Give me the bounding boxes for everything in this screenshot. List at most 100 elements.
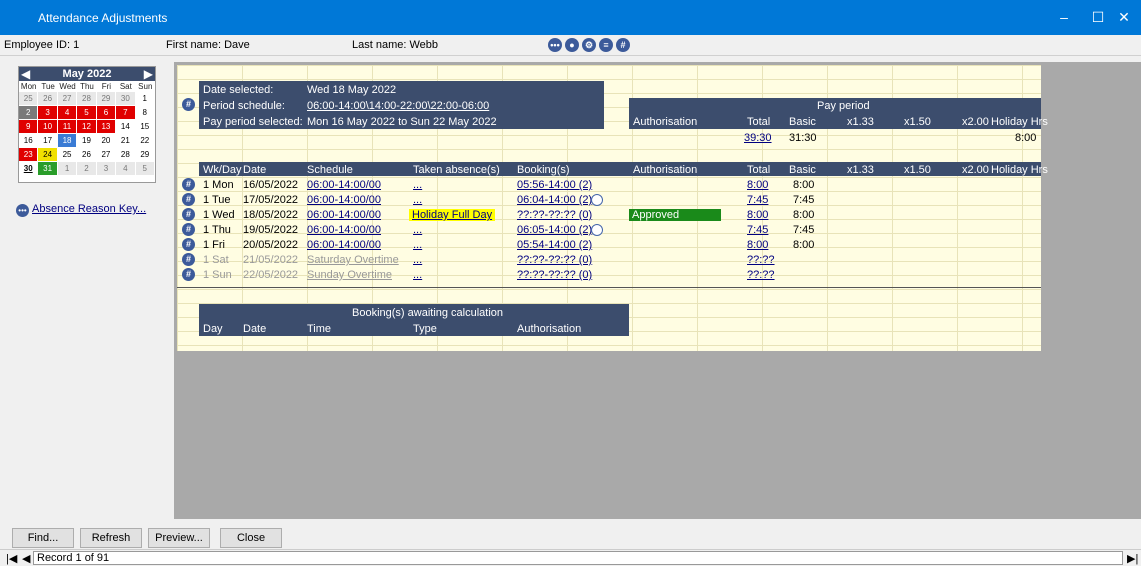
row-absence-link[interactable]: Holiday Full Day xyxy=(409,209,496,221)
row-booking-link[interactable]: ??:??-??:?? (0) xyxy=(517,254,592,266)
close-button[interactable]: Close xyxy=(220,528,282,548)
row-schedule-link[interactable]: 06:00-14:00/00 xyxy=(307,224,381,236)
calendar-day[interactable]: 16 xyxy=(19,134,39,148)
calendar-day[interactable]: 11 xyxy=(57,120,78,134)
row-hash-icon[interactable]: # xyxy=(182,208,195,221)
preview-button[interactable]: Preview... xyxy=(148,528,210,548)
calendar-day[interactable]: 6 xyxy=(96,106,117,120)
hash-icon[interactable]: # xyxy=(616,38,630,52)
row-schedule-link[interactable]: Sunday Overtime xyxy=(307,269,392,281)
calendar-day[interactable]: 25 xyxy=(19,92,39,106)
row-total-link[interactable]: ??:?? xyxy=(747,269,775,281)
row-absence-link[interactable]: ... xyxy=(413,194,422,206)
row-hash-icon[interactable]: # xyxy=(182,268,195,281)
find-button[interactable]: Find... xyxy=(12,528,74,548)
calendar-day[interactable]: 26 xyxy=(77,148,97,162)
row-total-link[interactable]: 7:45 xyxy=(747,224,768,236)
calendar-day[interactable]: 30 xyxy=(19,162,39,176)
settings-icon[interactable]: ⚙ xyxy=(582,38,596,52)
calendar-day[interactable]: 31 xyxy=(38,162,58,176)
row-booking-link[interactable]: ??:??-??:?? (0) xyxy=(517,209,592,221)
row-hash-icon[interactable]: # xyxy=(182,178,195,191)
calendar-day[interactable]: 9 xyxy=(19,120,39,134)
calendar-day[interactable]: 13 xyxy=(96,120,117,134)
calendar-day[interactable]: 17 xyxy=(38,134,58,148)
calendar-day[interactable]: 1 xyxy=(135,92,155,106)
calendar[interactable]: ◀ May 2022 ▶ Mon Tue Wed Thu Fri Sat Sun 25 26 2… xyxy=(18,66,156,183)
row-schedule-link[interactable]: Saturday Overtime xyxy=(307,254,399,266)
row-total-link[interactable]: 8:00 xyxy=(747,239,768,251)
row-hash-icon[interactable]: # xyxy=(182,223,195,236)
clock-icon[interactable] xyxy=(591,224,603,236)
row-booking-link[interactable]: 06:05-14:00 (2) xyxy=(517,224,592,236)
row-schedule-link[interactable]: 06:00-14:00/00 xyxy=(307,239,381,251)
row-absence-link[interactable]: ... xyxy=(413,179,422,191)
calendar-day[interactable]: 29 xyxy=(135,148,155,162)
row-schedule-link[interactable]: 06:00-14:00/00 xyxy=(307,194,381,206)
calendar-day[interactable]: 25 xyxy=(57,148,78,162)
calendar-day[interactable]: 26 xyxy=(38,92,58,106)
row-schedule-link[interactable]: 06:00-14:00/00 xyxy=(307,179,381,191)
list-icon[interactable]: ≡ xyxy=(599,38,613,52)
row-absence-link[interactable]: ... xyxy=(413,269,422,281)
row-total-link[interactable]: 7:45 xyxy=(747,194,768,206)
row-hash-icon[interactable]: # xyxy=(182,238,195,251)
period-schedule-link[interactable]: 06:00-14:00\14:00-22:00\22:00-06:00 xyxy=(307,100,489,112)
calendar-day[interactable]: 14 xyxy=(116,120,136,134)
calendar-day[interactable]: 18 xyxy=(57,134,78,148)
calendar-day[interactable]: 2 xyxy=(19,106,39,120)
pay-total-link[interactable]: 39:30 xyxy=(744,132,772,144)
absence-reason-key-link[interactable]: Absence Reason Key... xyxy=(32,203,146,215)
period-hash-icon[interactable]: # xyxy=(182,98,195,111)
calendar-day[interactable]: 20 xyxy=(96,134,117,148)
row-total-link[interactable]: ??:?? xyxy=(747,254,775,266)
prev-record-icon[interactable]: ◀ xyxy=(22,552,30,565)
refresh-button[interactable]: Refresh xyxy=(80,528,142,548)
close-window-button[interactable]: ✕ xyxy=(1107,0,1141,35)
calendar-day[interactable]: 23 xyxy=(19,148,39,162)
calendar-day[interactable]: 10 xyxy=(38,120,58,134)
calendar-day[interactable]: 15 xyxy=(135,120,155,134)
minimize-button[interactable]: – xyxy=(1047,0,1081,35)
calendar-day[interactable]: 12 xyxy=(77,120,97,134)
calendar-day[interactable]: 28 xyxy=(116,148,136,162)
row-booking-link[interactable]: 06:04-14:00 (2) xyxy=(517,194,592,206)
user-icon[interactable]: ● xyxy=(565,38,579,52)
calendar-day[interactable]: 27 xyxy=(57,92,78,106)
calendar-day[interactable]: 2 xyxy=(77,162,97,176)
next-month-icon[interactable]: ▶ xyxy=(144,67,153,81)
row-absence-link[interactable]: ... xyxy=(413,224,422,236)
row-absence-link[interactable]: ... xyxy=(413,239,422,251)
row-schedule-link[interactable]: 06:00-14:00/00 xyxy=(307,209,381,221)
calendar-day[interactable]: 24 xyxy=(38,148,58,162)
calendar-grid[interactable]: 25 26 27 28 29 30 1 2 3 4 5 6 7 8 9 10 11 12 13 14 15 16 17 18 1… xyxy=(19,92,155,176)
first-record-icon[interactable]: |◀ xyxy=(6,552,17,565)
calendar-day[interactable]: 5 xyxy=(135,162,155,176)
row-booking-link[interactable]: 05:56-14:00 (2) xyxy=(517,179,592,191)
row-total-link[interactable]: 8:00 xyxy=(747,179,768,191)
row-hash-icon[interactable]: # xyxy=(182,193,195,206)
scroll-right-icon[interactable]: ▶| xyxy=(1127,552,1138,565)
clock-icon[interactable] xyxy=(591,194,603,206)
calendar-day[interactable]: 29 xyxy=(96,92,117,106)
calendar-day[interactable]: 4 xyxy=(116,162,136,176)
calendar-day[interactable]: 3 xyxy=(38,106,58,120)
calendar-day[interactable]: 1 xyxy=(57,162,78,176)
row-hash-icon[interactable]: # xyxy=(182,253,195,266)
row-absence-link[interactable]: ... xyxy=(413,254,422,266)
calendar-day[interactable]: 22 xyxy=(135,134,155,148)
calendar-day[interactable]: 28 xyxy=(77,92,97,106)
more-icon[interactable]: ••• xyxy=(548,38,562,52)
calendar-day[interactable]: 21 xyxy=(116,134,136,148)
calendar-day[interactable]: 8 xyxy=(135,106,155,120)
row-total-link[interactable]: 8:00 xyxy=(747,209,768,221)
calendar-day[interactable]: 7 xyxy=(116,106,136,120)
calendar-day[interactable]: 3 xyxy=(96,162,117,176)
calendar-day[interactable]: 4 xyxy=(57,106,78,120)
calendar-day[interactable]: 27 xyxy=(96,148,117,162)
calendar-day[interactable]: 30 xyxy=(116,92,136,106)
row-booking-link[interactable]: 05:54-14:00 (2) xyxy=(517,239,592,251)
calendar-day[interactable]: 5 xyxy=(77,106,97,120)
calendar-day[interactable]: 19 xyxy=(77,134,97,148)
row-booking-link[interactable]: ??:??-??:?? (0) xyxy=(517,269,592,281)
